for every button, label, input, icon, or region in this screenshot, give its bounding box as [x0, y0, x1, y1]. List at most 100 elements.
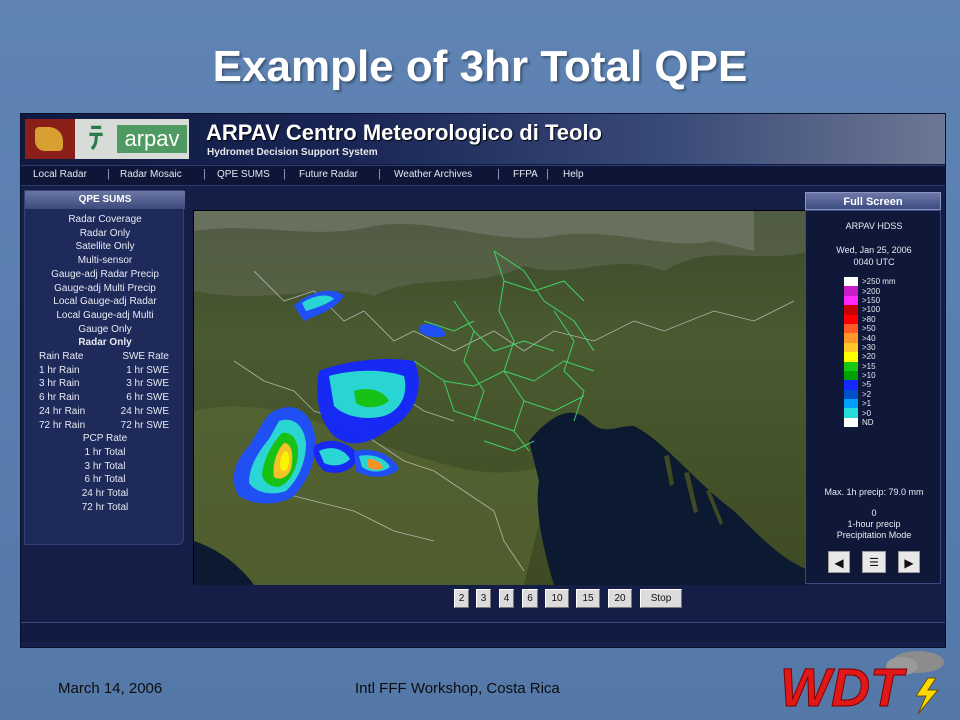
- legend-swatch: [844, 342, 858, 353]
- qpe-sums-panel: QPE SUMS Radar Coverage Radar Only Satel…: [24, 190, 185, 545]
- product-item[interactable]: Radar Only: [25, 227, 185, 241]
- product-item[interactable]: Gauge-adj Radar Precip: [25, 268, 185, 282]
- nav-separator: |: [283, 168, 286, 180]
- product-item[interactable]: 3 hr SWE: [126, 377, 169, 391]
- product-item[interactable]: 72 hr Rain: [39, 419, 85, 433]
- time-label: 0040 UTC: [853, 257, 895, 267]
- product-item[interactable]: 1 hr SWE: [126, 364, 169, 378]
- legend-row: >250 mm: [844, 277, 914, 287]
- frames-4-button[interactable]: 4: [499, 589, 514, 608]
- arpav-logo[interactable]: ﾃ arpav: [25, 119, 189, 159]
- info-panel: ARPAV HDSS Wed, Jan 25, 2006 0040 UTC >2…: [805, 210, 941, 584]
- legend-row: ND: [844, 417, 914, 428]
- legend-row: >20: [844, 352, 914, 362]
- product-item[interactable]: 24 hr Total: [25, 487, 185, 501]
- footer-date: March 14, 2006: [58, 680, 163, 697]
- product-item[interactable]: 24 hr SWE: [121, 405, 169, 419]
- legend-swatch: [844, 389, 858, 400]
- nav-local-radar[interactable]: Local Radar: [33, 169, 87, 180]
- product-item[interactable]: 1 hr Rain: [39, 364, 80, 378]
- stop-button[interactable]: Stop: [640, 589, 682, 608]
- nav-qpe-sums[interactable]: QPE SUMS: [217, 169, 270, 180]
- nav-separator: |: [107, 168, 110, 180]
- legend-row: >2: [844, 389, 914, 400]
- frames-2-button[interactable]: 2: [454, 589, 469, 608]
- nav-weather-archives[interactable]: Weather Archives: [394, 169, 472, 180]
- mode-line-1: 1-hour precip: [847, 519, 901, 529]
- legend-label: >30: [862, 342, 876, 352]
- frame-nav: ◀ ☰ ▶: [828, 551, 920, 575]
- nav-ffpa[interactable]: FFPA: [513, 169, 538, 180]
- legend-swatch: [844, 314, 858, 324]
- product-item[interactable]: Gauge Only: [25, 323, 185, 337]
- legend-swatch: [844, 277, 858, 287]
- legend-label: >1: [862, 399, 872, 409]
- legend-label: >0: [862, 408, 872, 418]
- date-label: Wed, Jan 25, 2006: [836, 245, 912, 255]
- logo-text: arpav: [117, 125, 187, 153]
- top-nav: Local Radar | Radar Mosaic | QPE SUMS | …: [21, 165, 945, 186]
- legend-label: >200: [862, 286, 881, 296]
- product-item[interactable]: 1 hr Total: [25, 446, 185, 460]
- legend-swatch: [844, 399, 858, 409]
- legend-swatch: [844, 305, 858, 315]
- legend-label: >5: [862, 380, 872, 390]
- nav-help[interactable]: Help: [563, 169, 584, 180]
- list-icon[interactable]: ☰: [862, 551, 886, 573]
- frames-20-button[interactable]: 20: [608, 589, 632, 608]
- legend-row: >15: [844, 361, 914, 371]
- lightning-bolt-icon: [915, 677, 940, 715]
- legend-swatch: [844, 370, 858, 381]
- product-item[interactable]: Radar Coverage: [25, 213, 185, 227]
- legend-label: >10: [862, 371, 876, 381]
- legend-swatch: [844, 417, 858, 428]
- legend-swatch: [844, 333, 858, 343]
- legend-label: >2: [862, 389, 872, 399]
- product-item[interactable]: 6 hr SWE: [126, 391, 169, 405]
- product-item[interactable]: 24 hr Rain: [39, 405, 85, 419]
- previous-frame-button[interactable]: ◀: [828, 551, 850, 573]
- wdt-logo: WDT: [780, 651, 944, 716]
- legend-swatch: [844, 352, 858, 362]
- product-item[interactable]: 6 hr Total: [25, 473, 185, 487]
- product-item[interactable]: Rain Rate: [39, 350, 83, 364]
- max-precip-label: Max. 1h precip: 79.0 mm: [824, 487, 924, 497]
- frames-10-button[interactable]: 10: [545, 589, 569, 608]
- product-item[interactable]: Multi-sensor: [25, 254, 185, 268]
- satellite-map-image: [194, 211, 811, 585]
- app-banner: ﾃ arpav ARPAV Centro Meteorologico di Te…: [21, 114, 945, 164]
- nav-separator: |: [203, 168, 206, 180]
- full-screen-button[interactable]: Full Screen: [805, 192, 941, 210]
- nav-radar-mosaic[interactable]: Radar Mosaic: [120, 169, 182, 180]
- legend-row: >10: [844, 370, 914, 381]
- product-pair-row: 3 hr Rain 3 hr SWE: [25, 377, 185, 391]
- product-item[interactable]: PCP Rate: [25, 432, 185, 446]
- product-item[interactable]: 3 hr Rain: [39, 377, 80, 391]
- nav-separator: |: [497, 168, 500, 180]
- legend-label: >100: [862, 305, 881, 315]
- legend-label: >40: [862, 333, 876, 343]
- product-item[interactable]: Satellite Only: [25, 240, 185, 254]
- product-item[interactable]: 6 hr Rain: [39, 391, 80, 405]
- nav-future-radar[interactable]: Future Radar: [299, 169, 358, 180]
- product-item[interactable]: SWE Rate: [122, 350, 169, 364]
- product-item[interactable]: Local Gauge-adj Radar: [25, 295, 185, 309]
- swirl-logo-icon: ﾃ: [88, 121, 104, 156]
- status-bar: [21, 622, 945, 642]
- radar-map[interactable]: [193, 210, 811, 585]
- product-item[interactable]: Gauge-adj Multi Precip: [25, 282, 185, 296]
- banner-title: ARPAV Centro Meteorologico di Teolo: [206, 120, 602, 145]
- footer-center: Intl FFF Workshop, Costa Rica: [355, 680, 560, 697]
- product-pair-row: 72 hr Rain 72 hr SWE: [25, 419, 185, 433]
- next-frame-button[interactable]: ▶: [898, 551, 920, 573]
- slide-title: Example of 3hr Total QPE: [212, 42, 748, 91]
- product-item[interactable]: 3 hr Total: [25, 460, 185, 474]
- legend-label: >15: [862, 361, 876, 371]
- mode-line-2: Precipitation Mode: [836, 530, 912, 540]
- product-item[interactable]: 72 hr Total: [25, 501, 185, 515]
- frames-15-button[interactable]: 15: [576, 589, 600, 608]
- frames-6-button[interactable]: 6: [522, 589, 538, 608]
- product-item[interactable]: Local Gauge-adj Multi: [25, 309, 185, 323]
- frames-3-button[interactable]: 3: [476, 589, 491, 608]
- product-item[interactable]: 72 hr SWE: [121, 419, 169, 433]
